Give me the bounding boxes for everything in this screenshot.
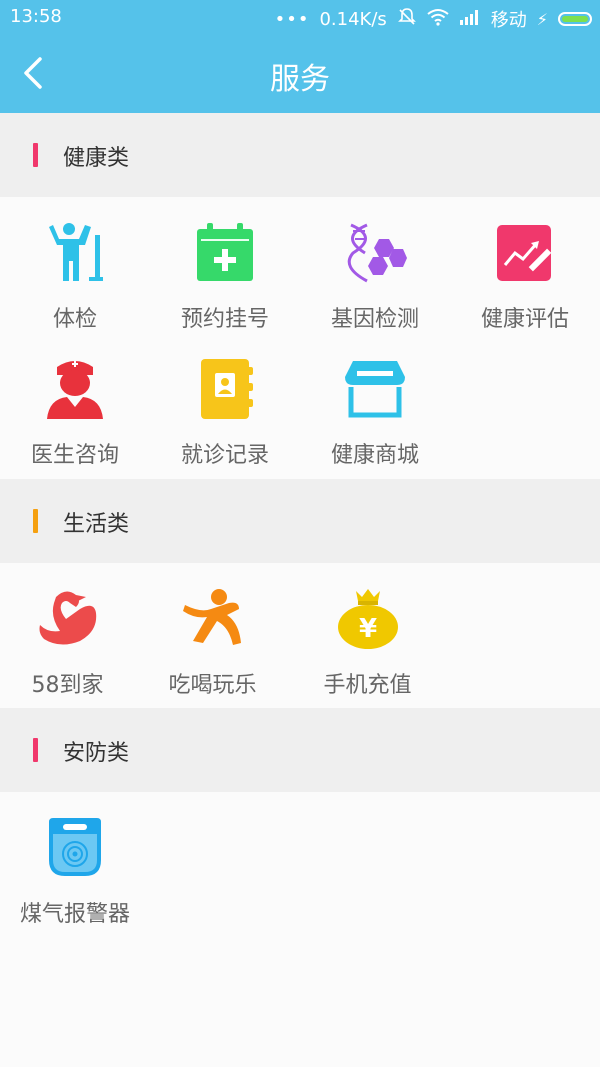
- section-header-health: 健康类: [0, 113, 600, 197]
- charging-icon: ⚡: [536, 9, 548, 29]
- service-item-label: 煤气报警器: [19, 902, 130, 927]
- title-bar: 服务: [0, 34, 600, 113]
- section-title: 健康类: [63, 146, 130, 171]
- svg-text:¥: ¥: [358, 614, 376, 644]
- battery-icon: [558, 12, 592, 26]
- status-right: ••• 0.14K/s 移动 ⚡: [275, 6, 592, 32]
- checkup-icon: [49, 223, 103, 281]
- service-item-label: 健康评估: [480, 307, 569, 332]
- service-item-label: 预约挂号: [180, 307, 269, 332]
- wifi-icon: [427, 8, 449, 31]
- section-accent-bar: [33, 143, 38, 167]
- service-item-label: 医生咨询: [30, 443, 119, 468]
- page-title: 服务: [270, 62, 330, 97]
- carrier-name: 移动: [490, 10, 527, 31]
- dna-icon: [347, 223, 407, 283]
- chart-pen-icon: [497, 225, 552, 281]
- service-item-eat-drink-play[interactable]: 吃喝玩乐: [135, 587, 290, 707]
- swan-icon: [39, 591, 96, 645]
- dots-icon: •••: [274, 8, 310, 30]
- service-item-label: 58到家: [31, 673, 104, 698]
- section-title: 生活类: [63, 512, 130, 537]
- service-item-doctor-consult[interactable]: 医生咨询: [0, 357, 150, 477]
- service-item-label: 吃喝玩乐: [168, 673, 257, 698]
- app-header-area: 13:58 ••• 0.14K/s 移动 ⚡ 服务: [0, 0, 600, 113]
- service-item-health-assessment[interactable]: 健康评估: [450, 221, 600, 341]
- service-item-label: 基因检测: [330, 307, 419, 332]
- section-grid-life: 58到家 吃喝玩乐 ¥ 手机充值: [0, 563, 600, 708]
- service-item-label: 体检: [52, 307, 97, 332]
- store-icon: [345, 361, 405, 418]
- service-item-phone-topup[interactable]: ¥ 手机充值: [290, 587, 445, 707]
- section-accent-bar: [33, 509, 38, 533]
- service-item-appointment[interactable]: 预约挂号: [150, 221, 300, 341]
- service-item-health-store[interactable]: 健康商城: [300, 357, 450, 477]
- status-time: 13:58: [10, 6, 62, 27]
- calendar-plus-icon: [197, 223, 253, 281]
- service-item-checkup[interactable]: 体检: [0, 221, 150, 341]
- service-item-58-home[interactable]: 58到家: [0, 587, 145, 707]
- service-item-visit-record[interactable]: 就诊记录: [150, 357, 300, 477]
- section-header-life: 生活类: [0, 479, 600, 563]
- record-book-icon: [201, 359, 253, 419]
- mute-icon: [397, 7, 417, 32]
- service-item-label: 就诊记录: [180, 443, 269, 468]
- doctor-icon: [47, 361, 103, 419]
- section-accent-bar: [33, 738, 38, 762]
- signal-icon: [459, 9, 481, 30]
- person-jump-icon: [182, 589, 241, 645]
- money-bag-icon: ¥: [337, 589, 398, 649]
- service-item-label: 手机充值: [323, 673, 412, 698]
- section-grid-security: 煤气报警器: [0, 792, 600, 1067]
- service-page: 13:58 ••• 0.14K/s 移动 ⚡ 服务 健康类 体检 预约挂号 基因…: [0, 0, 600, 1067]
- section-header-security: 安防类: [0, 708, 600, 792]
- status-bar: 13:58 ••• 0.14K/s 移动 ⚡: [0, 0, 600, 34]
- network-speed: 0.14K/s: [319, 8, 387, 30]
- gas-alarm-icon: [49, 818, 101, 876]
- section-title: 安防类: [63, 741, 130, 766]
- section-grid-health: 体检 预约挂号 基因检测 健康评估 医生咨询 就诊记录 健康商城: [0, 197, 600, 479]
- service-item-gene-test[interactable]: 基因检测: [300, 221, 450, 341]
- service-item-gas-alarm[interactable]: 煤气报警器: [0, 816, 150, 936]
- service-item-label: 健康商城: [330, 443, 419, 468]
